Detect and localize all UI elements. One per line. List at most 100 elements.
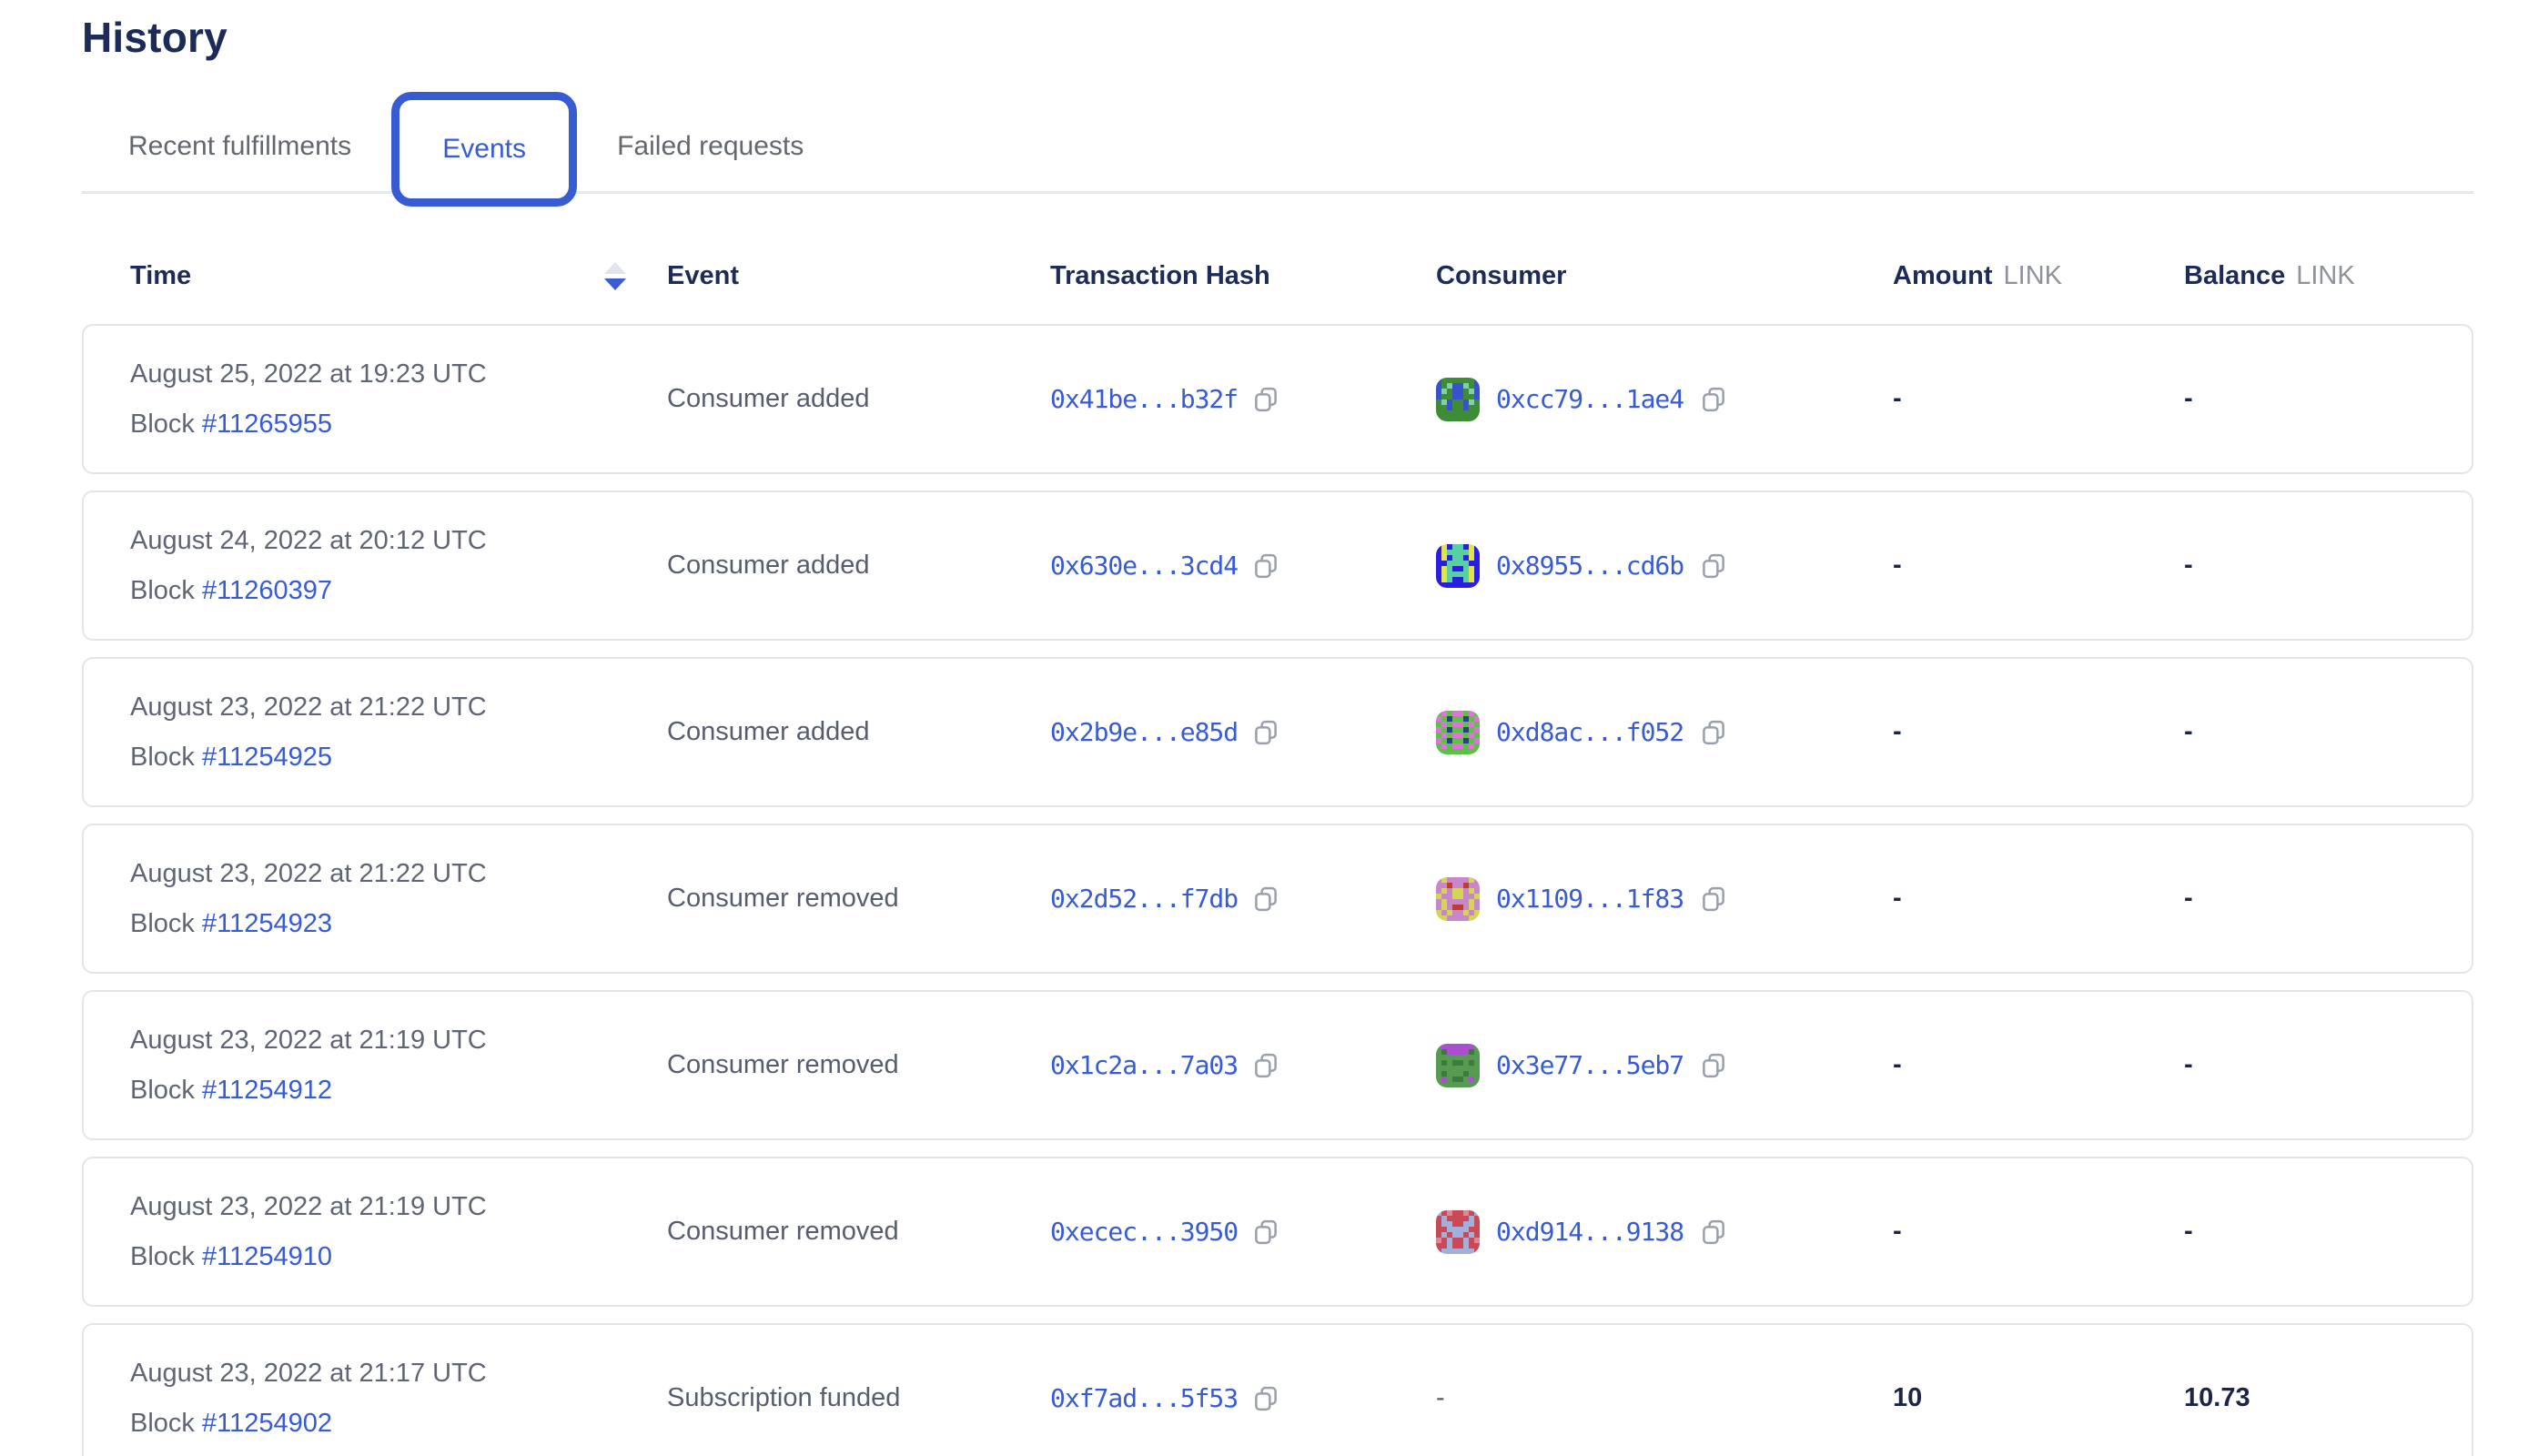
event-cell: Consumer added (667, 551, 1050, 581)
tab-events[interactable]: Events (391, 92, 577, 207)
page-title: History (82, 13, 2484, 62)
balance-cell: - (2184, 1217, 2472, 1247)
block-number-link[interactable]: #11254910 (202, 1242, 332, 1271)
amount-unit-label: LINK (2004, 261, 2062, 290)
tab-recent-fulfillments[interactable]: Recent fulfillments (128, 131, 351, 162)
block-number-link[interactable]: #11260397 (202, 576, 332, 605)
tab-label: Events (442, 134, 526, 165)
copy-consumer-address-button[interactable] (1700, 551, 1727, 581)
block-label: Block (130, 1242, 202, 1271)
event-cell: Consumer added (667, 384, 1050, 414)
block-line: Block #11260397 (130, 576, 667, 606)
copy-consumer-address-button[interactable] (1700, 1218, 1727, 1247)
balance-cell: - (2184, 384, 2472, 414)
transaction-hash-link[interactable]: 0x630e...3cd4 (1050, 551, 1238, 581)
consumer-cell: 0xd914...9138 (1436, 1210, 1893, 1254)
consumer-address-link[interactable]: 0xd914...9138 (1496, 1217, 1684, 1247)
table-row: August 24, 2022 at 20:12 UTC Block #1126… (82, 490, 2473, 641)
copy-transaction-hash-button[interactable] (1252, 718, 1279, 747)
copy-transaction-hash-button[interactable] (1252, 551, 1279, 581)
consumer-cell: 0xcc79...1ae4 (1436, 378, 1893, 421)
consumer-cell: 0xd8ac...f052 (1436, 711, 1893, 754)
time-cell: August 25, 2022 at 19:23 UTC Block #1126… (130, 359, 667, 440)
transaction-hash-cell: 0x630e...3cd4 (1050, 551, 1436, 581)
copy-transaction-hash-button[interactable] (1252, 885, 1279, 914)
sort-indicator-icon[interactable] (604, 262, 626, 290)
tab-failed-requests[interactable]: Failed requests (617, 131, 804, 162)
copy-icon (1252, 1051, 1279, 1080)
transaction-hash-cell: 0x2d52...f7db (1050, 884, 1436, 914)
amount-cell: 10 (1893, 1383, 2184, 1413)
copy-icon (1700, 1218, 1727, 1247)
block-number-link[interactable]: #11254912 (202, 1076, 332, 1105)
row-timestamp: August 25, 2022 at 19:23 UTC (130, 359, 667, 389)
time-cell: August 24, 2022 at 20:12 UTC Block #1126… (130, 526, 667, 606)
transaction-hash-link[interactable]: 0x2d52...f7db (1050, 884, 1238, 914)
copy-transaction-hash-button[interactable] (1252, 1218, 1279, 1247)
consumer-avatar (1436, 1210, 1480, 1254)
consumer-address-link[interactable]: 0xd8ac...f052 (1496, 717, 1684, 747)
consumer-address-link[interactable]: 0x1109...1f83 (1496, 884, 1684, 914)
consumer-cell: 0x1109...1f83 (1436, 877, 1893, 921)
amount-cell: - (1893, 884, 2184, 914)
consumer-cell: 0x8955...cd6b (1436, 544, 1893, 588)
block-label: Block (130, 1409, 202, 1438)
column-header-consumer: Consumer (1436, 261, 1893, 291)
sort-desc-icon (604, 278, 626, 290)
amount-cell: - (1893, 1217, 2184, 1247)
column-header-time[interactable]: Time (130, 261, 667, 291)
consumer-address-link[interactable]: 0x3e77...5eb7 (1496, 1050, 1684, 1080)
transaction-hash-cell: 0xecec...3950 (1050, 1217, 1436, 1247)
time-cell: August 23, 2022 at 21:19 UTC Block #1125… (130, 1026, 667, 1106)
event-cell: Subscription funded (667, 1383, 1050, 1413)
copy-transaction-hash-button[interactable] (1252, 1051, 1279, 1080)
block-line: Block #11254910 (130, 1242, 667, 1272)
copy-icon (1700, 885, 1727, 914)
block-number-link[interactable]: #11254923 (202, 909, 332, 938)
event-cell: Consumer removed (667, 1050, 1050, 1080)
consumer-avatar (1436, 711, 1480, 754)
copy-icon (1252, 1384, 1279, 1413)
amount-cell: - (1893, 717, 2184, 747)
amount-cell: - (1893, 1050, 2184, 1080)
transaction-hash-cell: 0xf7ad...5f53 (1050, 1383, 1436, 1413)
column-header-balance: BalanceLINK (2184, 261, 2484, 291)
block-line: Block #11254902 (130, 1409, 667, 1439)
consumer-address-link[interactable]: 0xcc79...1ae4 (1496, 384, 1684, 414)
event-rows: August 25, 2022 at 19:23 UTC Block #1126… (82, 324, 2484, 1456)
event-cell: Consumer added (667, 717, 1050, 747)
copy-transaction-hash-button[interactable] (1252, 385, 1279, 414)
copy-transaction-hash-button[interactable] (1252, 1384, 1279, 1413)
copy-consumer-address-button[interactable] (1700, 885, 1727, 914)
balance-cell: - (2184, 884, 2472, 914)
copy-consumer-address-button[interactable] (1700, 385, 1727, 414)
block-number-link[interactable]: #11254925 (202, 743, 332, 772)
amount-cell: - (1893, 551, 2184, 581)
transaction-hash-link[interactable]: 0xf7ad...5f53 (1050, 1383, 1238, 1413)
amount-cell: - (1893, 384, 2184, 414)
event-cell: Consumer removed (667, 884, 1050, 914)
copy-icon (1700, 1051, 1727, 1080)
block-number-link[interactable]: #11254902 (202, 1409, 332, 1438)
copy-consumer-address-button[interactable] (1700, 718, 1727, 747)
block-number-link[interactable]: #11265955 (202, 410, 332, 439)
block-label: Block (130, 909, 202, 938)
block-line: Block #11254925 (130, 743, 667, 773)
transaction-hash-link[interactable]: 0xecec...3950 (1050, 1217, 1238, 1247)
consumer-address-link[interactable]: 0x8955...cd6b (1496, 551, 1684, 581)
consumer-avatar (1436, 1044, 1480, 1087)
tab-bar: Recent fulfillments Events Failed reques… (82, 91, 2484, 207)
consumer-cell: 0x3e77...5eb7 (1436, 1044, 1893, 1087)
consumer-dash: - (1436, 1383, 1445, 1413)
table-row: August 25, 2022 at 19:23 UTC Block #1126… (82, 324, 2473, 474)
transaction-hash-link[interactable]: 0x41be...b32f (1050, 384, 1238, 414)
consumer-avatar (1436, 877, 1480, 921)
row-timestamp: August 23, 2022 at 21:22 UTC (130, 693, 667, 723)
copy-consumer-address-button[interactable] (1700, 1051, 1727, 1080)
transaction-hash-link[interactable]: 0x1c2a...7a03 (1050, 1050, 1238, 1080)
block-line: Block #11254923 (130, 909, 667, 939)
table-row: August 23, 2022 at 21:22 UTC Block #1125… (82, 657, 2473, 807)
transaction-hash-link[interactable]: 0x2b9e...e85d (1050, 717, 1238, 747)
balance-header-label: Balance (2184, 261, 2285, 290)
table-row: August 23, 2022 at 21:19 UTC Block #1125… (82, 990, 2473, 1140)
